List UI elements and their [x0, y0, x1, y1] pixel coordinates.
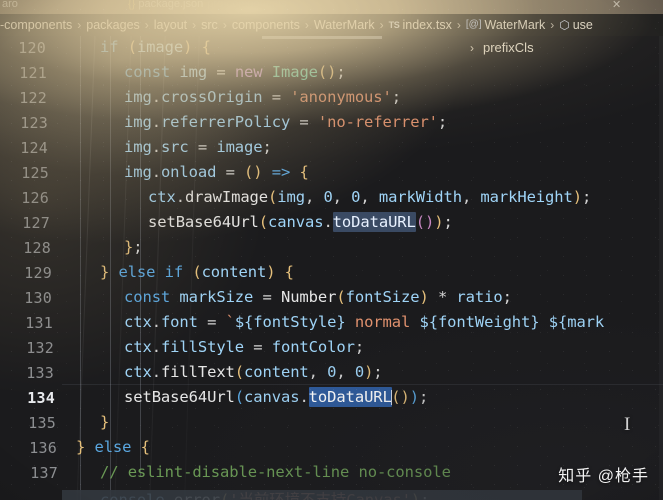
code-line-125[interactable]: img.onload = () => { [124, 163, 309, 181]
breadcrumb-separator: › [192, 18, 197, 32]
code-line-135[interactable]: } [100, 413, 109, 431]
tab-package-json[interactable]: {} package.json pro-components [128, 0, 287, 10]
typescript-icon: TS [388, 20, 400, 30]
code-line-128[interactable]: }; [124, 238, 143, 256]
line-number: 126 [21, 189, 49, 207]
breadcrumb-item-index-tsx[interactable]: TS index.tsx [389, 18, 452, 32]
code-line-134[interactable]: setBase64Url(canvas.toDataURL()); [124, 387, 428, 407]
tab-label: aro [2, 0, 18, 10]
code-line-133[interactable]: ctx.fillText(content, 0, 0); [124, 363, 383, 381]
tab-detail: pro-components [207, 0, 287, 10]
code-line-121[interactable]: const img = new Image(); [124, 63, 346, 81]
symbol-variable-icon: [@] [465, 18, 482, 30]
code-line-129[interactable]: } else if (content) { [100, 263, 294, 281]
line-number: 120 [18, 39, 46, 57]
minimap-slider[interactable] [262, 36, 382, 39]
line-number: 130 [24, 289, 52, 307]
breadcrumb-separator: › [304, 18, 309, 32]
line-number: 124 [20, 139, 48, 157]
breadcrumb-separator: › [456, 18, 461, 32]
breadcrumb-separator: › [550, 18, 555, 32]
line-number: 128 [23, 239, 51, 257]
breadcrumb-separator: › [379, 18, 384, 32]
breadcrumb-item-components[interactable]: components [232, 18, 300, 32]
breadcrumb-separator: › [222, 18, 227, 32]
selection-highlight-occurrence: toDataURL [332, 212, 416, 232]
code-line-131[interactable]: ctx.font = `${fontStyle} normal ${fontWe… [124, 313, 604, 331]
breadcrumb-item-src[interactable]: src [201, 18, 218, 32]
code-lines[interactable]: if (image) { const img = new Image(); im… [0, 36, 663, 500]
text-cursor-ibeam: I [624, 414, 631, 435]
breadcrumb-label: layout [153, 18, 188, 32]
breadcrumb-label: -components [0, 18, 73, 32]
breadcrumb-label: index.tsx [402, 18, 452, 32]
vertical-scrollbar[interactable] [659, 36, 663, 500]
line-number: 122 [19, 89, 47, 107]
breadcrumb-item-layout[interactable]: layout [154, 18, 187, 32]
code-line-130[interactable]: const markSize = Number(fontSize) * rati… [124, 288, 512, 306]
breadcrumb-item-watermark-folder[interactable]: WaterMark [314, 18, 375, 32]
line-number: 121 [19, 64, 47, 82]
breadcrumb-item-use[interactable]: ⬡ use [559, 18, 593, 32]
horizontal-scrollbar[interactable] [62, 490, 582, 500]
code-editor[interactable]: 120 121 122 123 124 125 126 127 128 129 … [0, 36, 663, 500]
line-number: 129 [24, 264, 52, 282]
line-number: 131 [25, 314, 53, 332]
braces-icon: {} [128, 0, 136, 10]
editor-bottom-edge [0, 490, 62, 500]
suggestion-hint-label: prefixCls [483, 40, 534, 55]
line-number: 132 [26, 339, 54, 357]
code-line-124[interactable]: img.src = image; [124, 138, 272, 156]
tab-label: package.json [138, 0, 204, 10]
line-number-gutter: 120 121 122 123 124 125 126 127 128 129 … [0, 36, 62, 500]
line-number: 125 [21, 164, 49, 182]
line-number: 127 [22, 214, 50, 232]
breadcrumb-label: packages [86, 18, 140, 32]
code-line-127[interactable]: setBase64Url(canvas.toDataURL()); [148, 212, 453, 232]
line-number: 133 [26, 364, 54, 382]
chevron-right-icon: › [470, 40, 474, 55]
breadcrumb-label: WaterMark [484, 18, 546, 32]
code-line-132[interactable]: ctx.fillStyle = fontColor; [124, 338, 364, 356]
code-line-137[interactable]: // eslint-disable-next-line no-console [100, 463, 451, 481]
line-number-active: 134 [27, 389, 55, 407]
code-line-126[interactable]: ctx.drawImage(img, 0, 0, markWidth, mark… [148, 188, 591, 206]
tab-aro[interactable]: aro [2, 0, 18, 10]
selection-highlight-active: toDataURL [308, 387, 392, 407]
breadcrumb-label: src [201, 18, 218, 32]
breadcrumb-label: components [231, 18, 300, 32]
code-line-120[interactable]: if (image) { [100, 38, 211, 56]
breadcrumb-separator: › [144, 18, 149, 32]
line-number: 136 [29, 439, 57, 457]
tab-close-icon[interactable]: ✕ [612, 0, 621, 11]
breadcrumb-label: use [572, 18, 593, 32]
line-number: 137 [30, 464, 58, 482]
line-number: 123 [20, 114, 48, 132]
breadcrumb-separator: › [77, 18, 82, 32]
breadcrumb-item-packages[interactable]: packages [86, 18, 140, 32]
vscode-screenshot-photo: aro {} package.json pro-components ✕ -comp… [0, 0, 663, 500]
code-line-136[interactable]: } else { [76, 438, 150, 456]
code-line-123[interactable]: img.referrerPolicy = 'no-referrer'; [124, 113, 447, 131]
suggestion-hint-prefixcls[interactable]: › prefixCls [470, 40, 534, 55]
code-line-122[interactable]: img.crossOrigin = 'anonymous'; [124, 88, 401, 106]
breadcrumb-item-root[interactable]: -components [0, 18, 72, 32]
breadcrumb-label: WaterMark [313, 18, 375, 32]
symbol-cube-icon: ⬡ [559, 18, 570, 32]
line-number: 135 [28, 414, 56, 432]
breadcrumb-item-watermark-symbol[interactable]: [@] WaterMark [466, 18, 545, 32]
breadcrumb: -components › packages › layout › src › … [0, 14, 663, 36]
zhihu-watermark: 知乎 @枪手 [558, 468, 649, 485]
editor-tab-bar: aro {} package.json pro-components ✕ [0, 0, 663, 14]
